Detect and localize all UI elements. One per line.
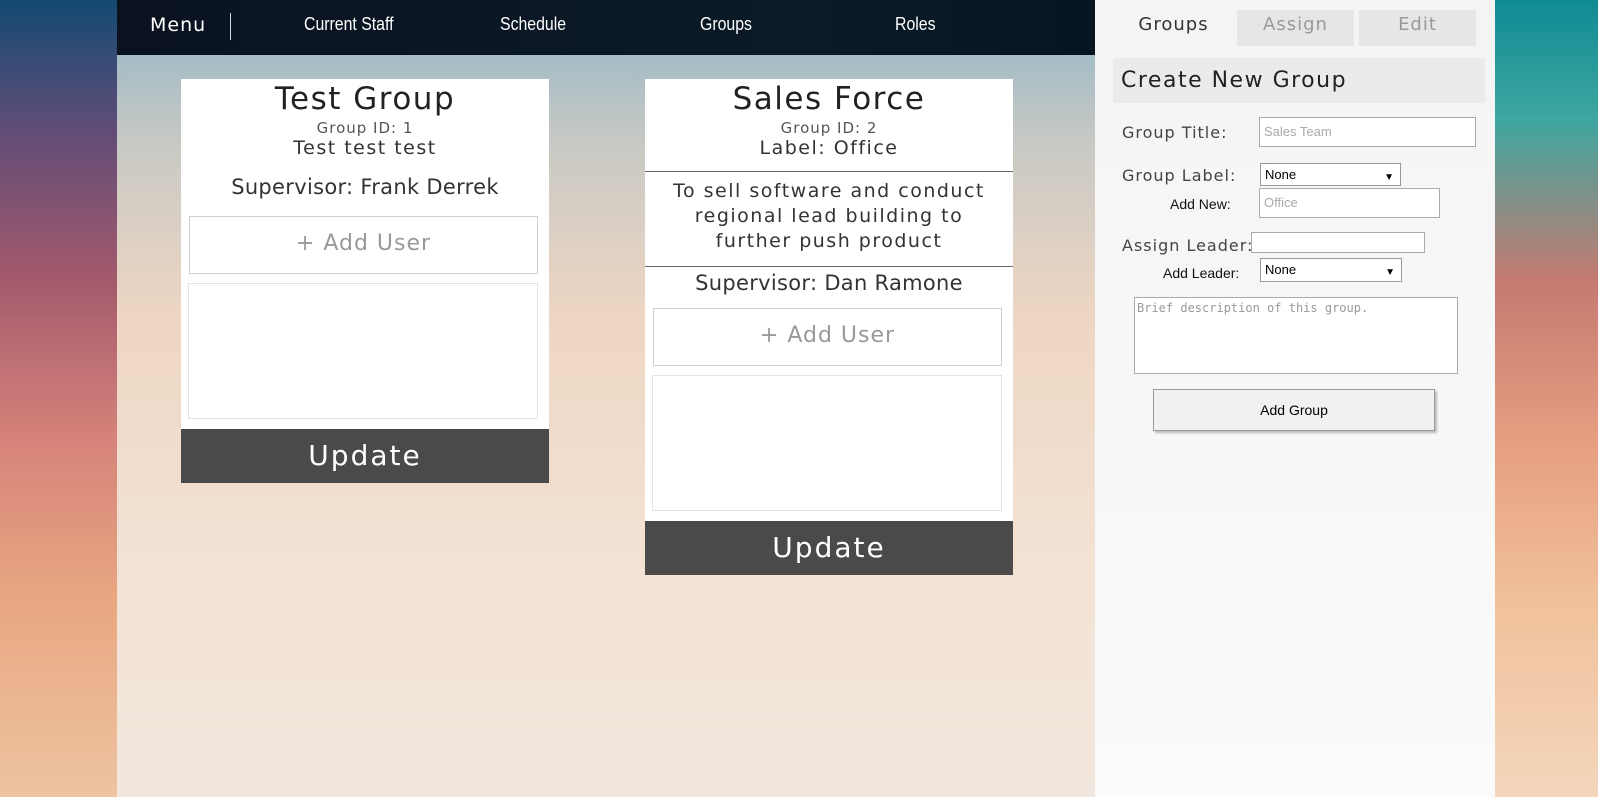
- group-card: Test Group Group ID: 1 Test test test Su…: [181, 79, 549, 483]
- add-leader-label: Add Leader:: [1163, 265, 1240, 281]
- nav-current-staff[interactable]: Current Staff: [304, 14, 394, 35]
- main-content: Menu Current Staff Schedule Groups Roles…: [117, 0, 1095, 797]
- panel-heading: Create New Group: [1113, 58, 1485, 103]
- side-panel: Groups Assign Edit Create New Group Grou…: [1095, 0, 1495, 797]
- group-id: Group ID: 1: [316, 119, 414, 137]
- nav-roles[interactable]: Roles: [895, 14, 936, 35]
- group-id: Group ID: 2: [780, 119, 878, 137]
- background-right: [1495, 0, 1598, 797]
- user-list: [652, 375, 1002, 511]
- add-leader-value: None: [1265, 262, 1297, 277]
- group-description: Test test test: [293, 137, 437, 159]
- add-user-button[interactable]: + Add User: [653, 308, 1002, 366]
- group-title: Sales Force: [732, 81, 926, 117]
- divider: [645, 266, 1013, 267]
- add-new-label: Add New:: [1170, 196, 1231, 212]
- assign-leader-label: Assign Leader:: [1122, 236, 1254, 255]
- group-label-select[interactable]: None ▼: [1260, 163, 1401, 186]
- add-leader-select[interactable]: None ▼: [1260, 258, 1402, 282]
- assign-leader-input[interactable]: [1251, 232, 1425, 253]
- group-title-input[interactable]: Sales Team: [1259, 117, 1476, 147]
- nav-groups[interactable]: Groups: [700, 14, 752, 35]
- add-new-input[interactable]: Office: [1259, 188, 1440, 218]
- nav-schedule[interactable]: Schedule: [500, 14, 566, 35]
- background-left: [0, 0, 117, 797]
- divider: [645, 171, 1013, 172]
- group-supervisor: Supervisor: Dan Ramone: [695, 271, 963, 295]
- group-title: Test Group: [274, 81, 456, 117]
- tab-groups[interactable]: Groups: [1115, 10, 1232, 46]
- tab-assign[interactable]: Assign: [1237, 10, 1354, 46]
- top-nav-bar: Menu Current Staff Schedule Groups Roles: [117, 0, 1095, 55]
- group-description: To sell software and conduct regional le…: [673, 180, 985, 252]
- chevron-down-icon: ▼: [1385, 267, 1395, 278]
- group-supervisor: Supervisor: Frank Derrek: [231, 175, 499, 199]
- user-list: [188, 283, 538, 419]
- group-label-value: None: [1265, 167, 1297, 182]
- add-group-button[interactable]: Add Group: [1153, 389, 1435, 431]
- add-user-button[interactable]: + Add User: [189, 216, 538, 274]
- description-textarea[interactable]: Brief description of this group.: [1134, 297, 1458, 374]
- group-title-label: Group Title:: [1122, 123, 1228, 142]
- update-button[interactable]: Update: [645, 521, 1013, 575]
- nav-divider: [230, 13, 231, 40]
- update-button[interactable]: Update: [181, 429, 549, 483]
- menu-button[interactable]: Menu: [150, 14, 206, 36]
- group-card: Sales Force Group ID: 2 Label: Office To…: [645, 79, 1013, 575]
- group-label-label: Group Label:: [1122, 166, 1237, 185]
- chevron-down-icon: ▼: [1384, 172, 1394, 183]
- tab-edit[interactable]: Edit: [1359, 10, 1476, 46]
- group-label: Label: Office: [759, 137, 899, 159]
